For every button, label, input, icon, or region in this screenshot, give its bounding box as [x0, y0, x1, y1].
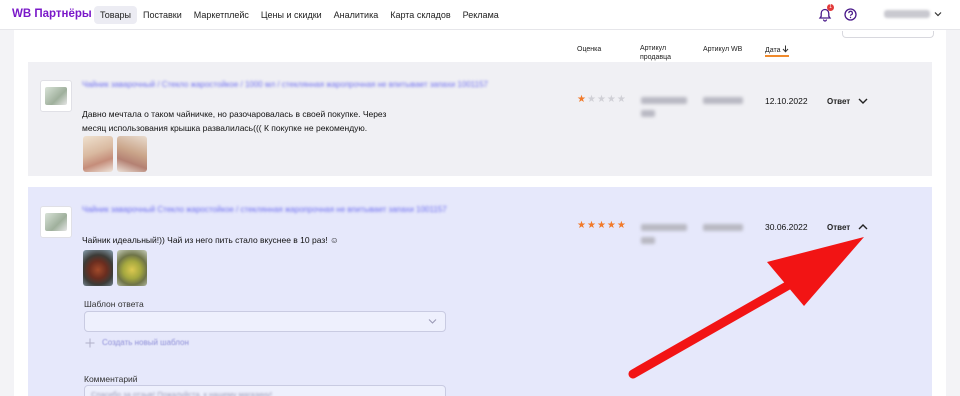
star-icon: ★ — [616, 94, 626, 105]
column-header-wb-article[interactable]: Артикул WB — [703, 45, 742, 54]
review-photo[interactable] — [83, 250, 113, 286]
column-header-seller-article[interactable]: Артикул продавца — [640, 44, 688, 62]
search-field[interactable] — [842, 31, 934, 38]
template-select[interactable] — [84, 311, 446, 332]
star-icon: ★ — [596, 220, 606, 231]
review-photo[interactable] — [83, 136, 113, 172]
brand-logo[interactable]: WB Партнёры — [12, 8, 92, 20]
seller-article-redacted — [641, 97, 687, 104]
nav-item-analytics[interactable]: Аналитика — [328, 6, 385, 24]
nav-item-warehouse-map[interactable]: Карта складов — [384, 6, 456, 24]
chevron-down-icon[interactable] — [428, 318, 437, 325]
chevron-up-icon[interactable] — [857, 222, 869, 232]
column-header-date[interactable]: Дата — [765, 45, 789, 55]
chevron-down-icon[interactable] — [857, 96, 869, 106]
column-header-rating[interactable]: Оценка — [577, 45, 601, 54]
nav-item-ads[interactable]: Реклама — [457, 6, 505, 24]
chevron-down-icon[interactable] — [934, 10, 942, 18]
star-icon: ★ — [577, 220, 586, 231]
star-icon: ★ — [577, 94, 586, 105]
notification-badge: 1 — [827, 4, 834, 11]
product-title-redacted[interactable]: Чайник заварочный Стекло жаростойкое / с… — [82, 204, 502, 216]
star-icon: ★ — [606, 94, 616, 105]
wb-article-redacted — [703, 224, 743, 231]
star-icon: ★ — [596, 94, 606, 105]
seller-article-redacted — [641, 237, 655, 244]
rating-stars: ★ ★ ★ ★ ★ — [577, 221, 626, 231]
nav-item-marketplace[interactable]: Маркетплейс — [188, 6, 255, 24]
star-icon: ★ — [586, 220, 596, 231]
main-nav: Товары Поставки Маркетплейс Цены и скидк… — [94, 5, 505, 25]
nav-item-supplies[interactable]: Поставки — [137, 6, 188, 24]
rating-stars: ★ ★ ★ ★ ★ — [577, 95, 626, 105]
star-icon: ★ — [586, 94, 596, 105]
wb-article-redacted — [703, 97, 743, 104]
product-thumbnail[interactable] — [40, 80, 72, 112]
review-date: 30.06.2022 — [765, 222, 808, 232]
star-icon: ★ — [606, 220, 616, 231]
help-icon[interactable] — [844, 8, 857, 21]
column-header-date-label: Дата — [765, 47, 781, 54]
review-text: Давно мечтала о таком чайничке, но разоч… — [82, 109, 387, 133]
seller-article-redacted — [641, 110, 655, 117]
comment-label: Комментарий — [84, 374, 138, 384]
create-template-link-redacted[interactable]: Создать новый шаблон — [102, 338, 189, 347]
plus-icon[interactable] — [85, 338, 95, 348]
top-navigation-bar: WB Партнёры Товары Поставки Маркетплейс … — [0, 0, 960, 30]
nav-item-prices[interactable]: Цены и скидки — [255, 6, 328, 24]
nav-item-goods[interactable]: Товары — [94, 6, 137, 24]
review-row-expanded — [28, 187, 932, 396]
active-sort-indicator — [765, 55, 789, 57]
star-icon: ★ — [616, 220, 626, 231]
review-photo[interactable] — [117, 250, 147, 286]
comment-placeholder-redacted: Спасибо за отзыв! Пожалуйста, к нашему м… — [91, 390, 273, 396]
product-thumbnail[interactable] — [40, 206, 72, 238]
sort-down-icon — [783, 45, 789, 53]
product-title-redacted[interactable]: Чайник заварочный / Стекло жаростойкое /… — [82, 79, 502, 91]
review-text: Чайник идеальный!)) Чай из него пить ста… — [82, 235, 339, 245]
answer-button[interactable]: Ответ — [827, 97, 850, 106]
seller-article-redacted — [641, 224, 687, 231]
answer-button[interactable]: Ответ — [827, 223, 850, 232]
review-photo[interactable] — [117, 136, 147, 172]
review-date: 12.10.2022 — [765, 96, 808, 106]
profile-name-redacted[interactable] — [884, 10, 930, 18]
template-label: Шаблон ответа — [84, 299, 144, 309]
